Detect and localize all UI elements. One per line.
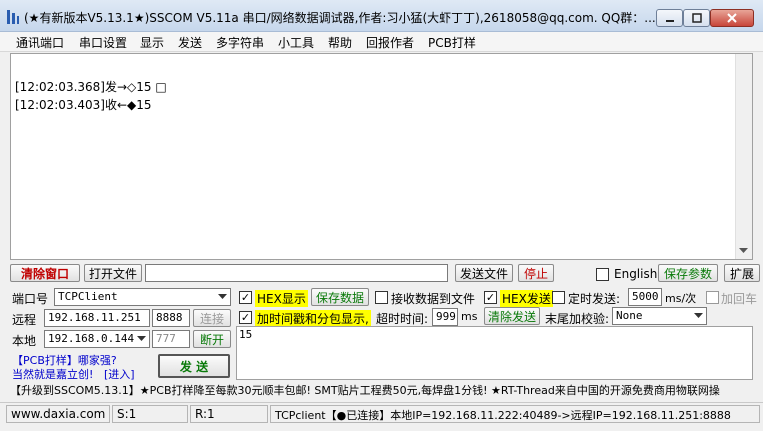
receive-line: [12:02:03.403]收←◆15 [15, 98, 152, 112]
english-label: English [614, 267, 658, 281]
local-port-input[interactable]: 777 [152, 330, 190, 348]
menu-pcb[interactable]: PCB打样 [428, 34, 476, 51]
timestamp-checkbox[interactable]: ✓ [239, 311, 252, 324]
timed-unit-label: ms/次 [665, 292, 697, 305]
menu-send[interactable]: 发送 [178, 34, 202, 51]
receive-line: [12:02:03.368]发→◇15 □ [15, 80, 167, 94]
send-button[interactable]: 发 送 [158, 354, 230, 378]
port-select[interactable]: TCPClient [54, 288, 231, 306]
send-text: 15 [239, 328, 253, 341]
remote-label: 远程 [12, 313, 37, 327]
status-bar: www.daxia.com S:1 R:1 TCPclient【●已连接】本地I… [0, 402, 763, 424]
menu-bar: 通讯端口 串口设置 显示 发送 多字符串 小工具 帮助 回报作者 PCB打样 [0, 32, 763, 52]
scroll-down-button[interactable] [735, 242, 752, 259]
remote-ip-input[interactable]: 192.168.11.251 [44, 309, 150, 327]
send-input[interactable]: 15 [236, 326, 753, 380]
minimize-icon [665, 20, 674, 22]
chevron-down-icon [215, 290, 229, 304]
hex-display-label: HEX显示 [255, 290, 308, 307]
checksum-value: None [616, 309, 643, 322]
menu-feedback[interactable]: 回报作者 [366, 34, 414, 51]
port-label: 端口号 [12, 292, 49, 306]
clear-send-button[interactable]: 清除发送 [484, 307, 540, 325]
recv-to-file-label: 接收数据到文件 [391, 292, 476, 306]
hex-send-checkbox[interactable]: ✓ [484, 291, 497, 304]
timestamp-label: 加时间戳和分包显示, [255, 310, 371, 327]
maximize-icon [691, 13, 702, 23]
close-button[interactable] [710, 9, 754, 27]
check-icon: ✓ [240, 311, 251, 324]
expand-button[interactable]: 扩展 [724, 264, 760, 282]
enter-link[interactable]: [进入] [104, 366, 135, 382]
save-data-button[interactable]: 保存数据 [311, 288, 369, 306]
connect-button[interactable]: 连接 [193, 309, 231, 327]
stop-button[interactable]: 停止 [518, 264, 554, 282]
timed-send-label: 定时发送: [568, 292, 621, 306]
timeout-label: 超时时间: [376, 312, 429, 326]
clear-window-button[interactable]: 清除窗口 [10, 264, 80, 282]
status-site[interactable]: www.daxia.com [6, 405, 110, 423]
add-return-label: 加回车 [721, 292, 758, 306]
hex-display-checkbox[interactable]: ✓ [239, 291, 252, 304]
local-ip-value: 192.168.0.144 [48, 332, 135, 345]
checksum-select[interactable]: None [612, 307, 707, 325]
timeout-input[interactable]: 999 [432, 308, 458, 326]
timed-interval-input[interactable]: 5000 [628, 288, 662, 306]
promo-ticker[interactable]: 【升级到SSCOM5.13.1】★PCB打样降至每款30元顺丰包邮! SMT贴片… [10, 382, 753, 400]
menu-serial-settings[interactable]: 串口设置 [79, 34, 127, 51]
receive-area[interactable]: [12:02:03.368]发→◇15 □ [12:02:03.403]收←◆1… [10, 53, 753, 260]
timeout-unit-label: ms [461, 310, 478, 323]
menu-help[interactable]: 帮助 [328, 34, 352, 51]
disconnect-button[interactable]: 断开 [193, 330, 231, 348]
hex-send-label: HEX发送 [500, 290, 553, 307]
jlc-promo-link[interactable]: 当然就是嘉立创! [12, 366, 93, 382]
add-return-checkbox[interactable] [706, 291, 719, 304]
file-path-input[interactable] [145, 264, 448, 282]
save-params-button[interactable]: 保存参数 [658, 264, 718, 282]
chevron-down-icon [691, 309, 705, 323]
receive-scrollbar[interactable] [735, 54, 752, 259]
menu-multi-string[interactable]: 多字符串 [216, 34, 264, 51]
menu-display[interactable]: 显示 [140, 34, 164, 51]
timed-send-checkbox[interactable] [552, 291, 565, 304]
remote-port-input[interactable]: 8888 [152, 309, 190, 327]
checksum-label: 末尾加校验: [545, 312, 610, 326]
recv-to-file-checkbox[interactable] [375, 291, 388, 304]
chevron-down-icon [739, 247, 748, 253]
port-value: TCPClient [58, 290, 118, 303]
status-received-count: R:1 [190, 405, 268, 423]
status-connection: TCPclient【●已连接】本地IP=192.168.11.222:40489… [270, 405, 760, 423]
maximize-button[interactable] [683, 9, 710, 27]
local-label: 本地 [12, 334, 37, 348]
minimize-button[interactable] [656, 9, 683, 27]
english-checkbox[interactable] [596, 268, 609, 281]
send-file-button[interactable]: 发送文件 [455, 264, 513, 282]
control-row: 清除窗口 打开文件 发送文件 停止 English 保存参数 扩展 [0, 262, 763, 284]
app-icon [7, 10, 19, 24]
menu-tools[interactable]: 小工具 [278, 34, 314, 51]
check-icon: ✓ [240, 291, 251, 304]
check-icon: ✓ [485, 291, 496, 304]
status-sent-count: S:1 [112, 405, 188, 423]
close-icon [727, 13, 737, 23]
title-bar: (★有新版本V5.13.1★)SSCOM V5.11a 串口/网络数据调试器,作… [0, 0, 763, 32]
menu-comm-port[interactable]: 通讯端口 [16, 34, 64, 51]
window-title: (★有新版本V5.13.1★)SSCOM V5.11a 串口/网络数据调试器,作… [24, 11, 656, 25]
local-ip-select[interactable]: 192.168.0.144 [44, 330, 150, 348]
chevron-down-icon [134, 332, 148, 346]
open-file-button[interactable]: 打开文件 [84, 264, 142, 282]
